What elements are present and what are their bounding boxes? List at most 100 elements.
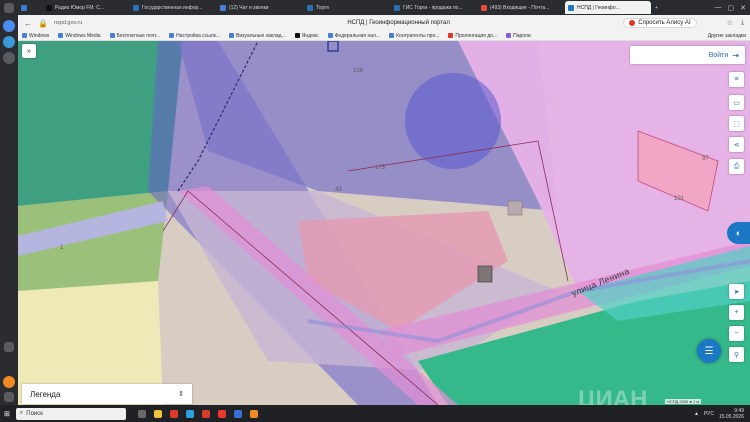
taskbar-search[interactable]: ⌕ Поиск xyxy=(15,407,126,420)
map-canvas[interactable]: улица Ленина 136 175 101 43 1 97 ЦИАН xyxy=(18,41,750,405)
folder-icon xyxy=(229,33,235,38)
tab-6[interactable]: (493) Входящие - Почта... xyxy=(478,1,564,14)
chat-button[interactable]: ☰ xyxy=(697,339,721,363)
layers-tool[interactable]: ≡ xyxy=(729,72,744,87)
acrobat-icon[interactable] xyxy=(201,409,210,418)
task-view-icon[interactable] xyxy=(137,409,146,418)
tab-0[interactable] xyxy=(18,1,42,14)
ask-ai-label: Спросить Алису AI xyxy=(638,20,691,26)
other-bookmarks[interactable]: Другие закладки xyxy=(708,33,746,39)
tab-bar: Радио Юмор FM: С... Государственная инфо… xyxy=(18,0,750,15)
app-icon[interactable] xyxy=(249,409,258,418)
messenger-icon[interactable] xyxy=(3,52,15,64)
tab-2[interactable]: Государственная инфор... xyxy=(130,1,216,14)
zoom-out-button[interactable]: − xyxy=(729,326,744,341)
minimize-icon[interactable]: — xyxy=(715,4,722,12)
bookmark-item[interactable]: Windows xyxy=(22,33,49,39)
bookmark-item[interactable]: Настройка ссылк... xyxy=(169,33,220,39)
yandex-browser-icon[interactable] xyxy=(217,409,226,418)
info-icon: ◐ xyxy=(735,228,742,238)
language-indicator[interactable]: РУС xyxy=(704,411,714,417)
back-icon[interactable]: ← xyxy=(24,19,32,28)
parcel-number: 175 xyxy=(375,165,386,171)
bookmark-item[interactable]: Яндекс xyxy=(294,32,319,39)
yandex-icon xyxy=(294,33,300,38)
music-icon[interactable] xyxy=(3,36,15,48)
opera-icon[interactable] xyxy=(169,409,178,418)
bookmark-label: Федеральная нал... xyxy=(334,32,381,39)
tab-label: (12) Чат и звонки xyxy=(229,4,269,11)
tab-1[interactable]: Радио Юмор FM: С... xyxy=(43,1,129,14)
bookmark-item[interactable]: Бесплатные почт... xyxy=(109,33,160,39)
url-field[interactable]: nspd.gov.ru xyxy=(54,20,174,26)
add-icon[interactable] xyxy=(4,342,14,352)
edge-icon[interactable] xyxy=(185,409,194,418)
draw-icon: ⬚ xyxy=(733,120,740,128)
watermark: ЦИАН xyxy=(578,386,648,405)
pin-icon: ⚲ xyxy=(733,351,740,359)
login-button[interactable]: Войти ⇥ xyxy=(630,46,745,64)
word-icon[interactable] xyxy=(233,409,242,418)
folder-icon xyxy=(58,33,64,38)
clock[interactable]: 9:49 15.05.2026 xyxy=(719,408,744,420)
tab-favicon-icon xyxy=(307,4,313,11)
legend-dropdown[interactable]: Легенда ⇕ xyxy=(22,384,192,404)
explorer-icon[interactable] xyxy=(153,409,162,418)
folder-icon xyxy=(109,33,115,38)
parcel-number: 43 xyxy=(335,187,342,193)
browser-sidebar xyxy=(0,0,18,405)
tab-label: ГИС Торги - продажа по... xyxy=(403,4,463,11)
bookmark-item[interactable]: Федеральная нал... xyxy=(327,32,381,39)
new-tab-button[interactable]: + xyxy=(652,1,672,14)
expand-panel-button[interactable]: » xyxy=(22,44,36,58)
ask-ai-button[interactable]: Спросить Алису AI xyxy=(623,18,697,28)
taskbar: ⊞ ⌕ Поиск ▲ РУС 9:49 15.05.2026 xyxy=(0,405,750,422)
zoom-in-button[interactable]: + xyxy=(729,305,744,320)
bookmark-item[interactable]: Контрагенты про... xyxy=(389,33,439,39)
bookmark-label: Пролонгация до... xyxy=(455,32,498,39)
close-icon[interactable]: ✕ xyxy=(740,4,746,12)
bookmark-label: Windows Media xyxy=(65,32,101,39)
window-controls: — ▢ ✕ xyxy=(715,4,750,12)
alice-icon xyxy=(629,20,636,26)
share-tool[interactable]: ⋖ xyxy=(729,137,744,152)
network-icon[interactable]: ▲ xyxy=(694,411,699,417)
ruler-icon: ▭ xyxy=(733,99,740,107)
legend-label: Легенда xyxy=(30,389,61,399)
parcel-number: 136 xyxy=(353,68,364,74)
assistant-tab[interactable]: ◐ xyxy=(727,222,750,244)
draw-tool[interactable]: ⬚ xyxy=(729,116,744,131)
alice-icon[interactable] xyxy=(3,20,15,32)
bookmark-label: Яндекс xyxy=(301,32,319,39)
settings-icon[interactable] xyxy=(4,392,14,402)
tab-3[interactable]: (12) Чат и звонки xyxy=(217,1,303,14)
bookmark-item[interactable]: Визуальные заклад... xyxy=(229,33,286,39)
locate-button[interactable]: ➤ xyxy=(729,284,744,299)
bookmark-item[interactable]: Пролонгация до... xyxy=(448,33,497,39)
tab-4[interactable]: Торги xyxy=(304,1,390,14)
parcel-number: 1 xyxy=(60,245,64,251)
tab-5[interactable]: ГИС Торги - продажа по... xyxy=(391,1,477,14)
parcel-number: 101 xyxy=(674,196,685,202)
maximize-icon[interactable]: ▢ xyxy=(728,4,735,12)
bookmark-item[interactable]: Пароли xyxy=(506,33,531,39)
system-tray: ▲ РУС 9:49 15.05.2026 xyxy=(694,408,750,420)
tab-favicon-icon xyxy=(21,4,27,11)
bookmark-label: Настройка ссылк... xyxy=(176,32,221,39)
tab-favicon-icon xyxy=(568,4,574,11)
street-view-button[interactable]: ⚲ xyxy=(729,347,744,362)
print-tool[interactable]: ⎙ xyxy=(729,159,744,174)
locate-icon: ➤ xyxy=(733,288,740,296)
bookmark-item[interactable]: Windows Media xyxy=(58,32,101,39)
tab-label: НСПД | Геоинфо... xyxy=(577,4,620,11)
folder-icon xyxy=(22,33,27,38)
download-icon[interactable]: ⤓ xyxy=(741,19,744,27)
menu-icon[interactable] xyxy=(4,3,14,13)
map-scale: НСПД 2026 ● 1 м xyxy=(665,399,702,404)
profile-icon[interactable] xyxy=(3,376,15,388)
tab-label: (493) Входящие - Почта... xyxy=(490,4,550,11)
bookmark-icon[interactable]: ☆ xyxy=(727,19,733,27)
windows-start-icon[interactable]: ⊞ xyxy=(4,410,10,418)
measure-tool[interactable]: ▭ xyxy=(729,95,744,110)
tab-7[interactable]: НСПД | Геоинфо... xyxy=(565,1,651,14)
